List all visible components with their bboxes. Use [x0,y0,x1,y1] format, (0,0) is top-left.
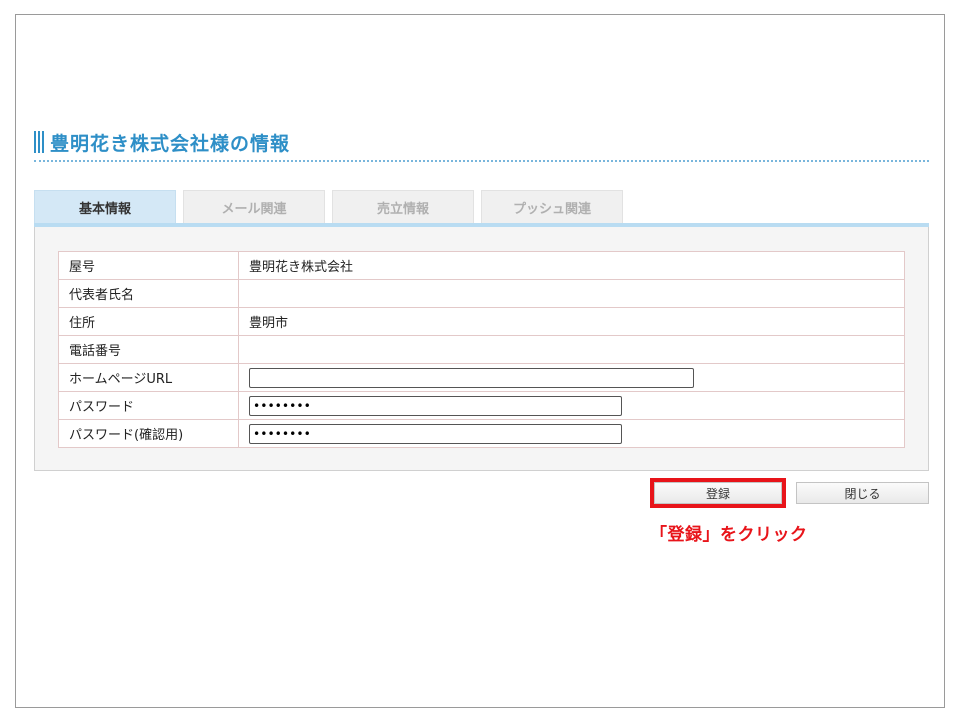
title-bars-icon [34,131,44,153]
close-button[interactable]: 閉じる [796,482,929,504]
row-label-representative: 代表者氏名 [58,279,239,308]
table-row: 代表者氏名 [58,279,905,308]
table-row: 住所 豊明市 [58,307,905,336]
password-confirm-input[interactable] [249,423,622,444]
table-row: パスワード(確認用) [58,419,905,448]
row-value-address: 豊明市 [238,307,905,336]
table-row: ホームページURL [58,363,905,392]
row-value-trade-name: 豊明花き株式会社 [238,251,905,280]
page-title-text: 豊明花き株式会社様の情報 [50,132,291,155]
table-row: 屋号 豊明花き株式会社 [58,251,905,280]
info-panel: 屋号 豊明花き株式会社 代表者氏名 住所 豊明市 電話番号 ホームページURL … [34,227,929,471]
tab-basic-info[interactable]: 基本情報 [34,190,176,224]
password-input[interactable] [249,395,622,416]
row-label-phone: 電話番号 [58,335,239,364]
row-label-password-confirm: パスワード(確認用) [58,419,239,448]
table-row: パスワード [58,391,905,420]
table-row: 電話番号 [58,335,905,364]
row-label-address: 住所 [58,307,239,336]
instruction-callout: 「登録」をクリック [650,525,808,545]
row-value-phone [238,335,905,364]
tab-sales[interactable]: 売立情報 [332,190,474,224]
row-label-password: パスワード [58,391,239,420]
row-label-homepage-url: ホームページURL [58,363,239,392]
row-value-representative [238,279,905,308]
row-value-homepage-url [238,363,905,392]
homepage-url-input[interactable] [249,367,694,388]
row-value-password [238,391,905,420]
row-label-trade-name: 屋号 [58,251,239,280]
register-highlight-box [650,478,786,508]
tab-mail[interactable]: メール関連 [183,190,325,224]
page-title: 豊明花き株式会社様の情報 [34,128,290,156]
row-value-password-confirm [238,419,905,448]
tab-push[interactable]: プッシュ関連 [481,190,623,224]
info-table: 屋号 豊明花き株式会社 代表者氏名 住所 豊明市 電話番号 ホームページURL … [58,251,905,448]
title-divider [34,160,929,162]
